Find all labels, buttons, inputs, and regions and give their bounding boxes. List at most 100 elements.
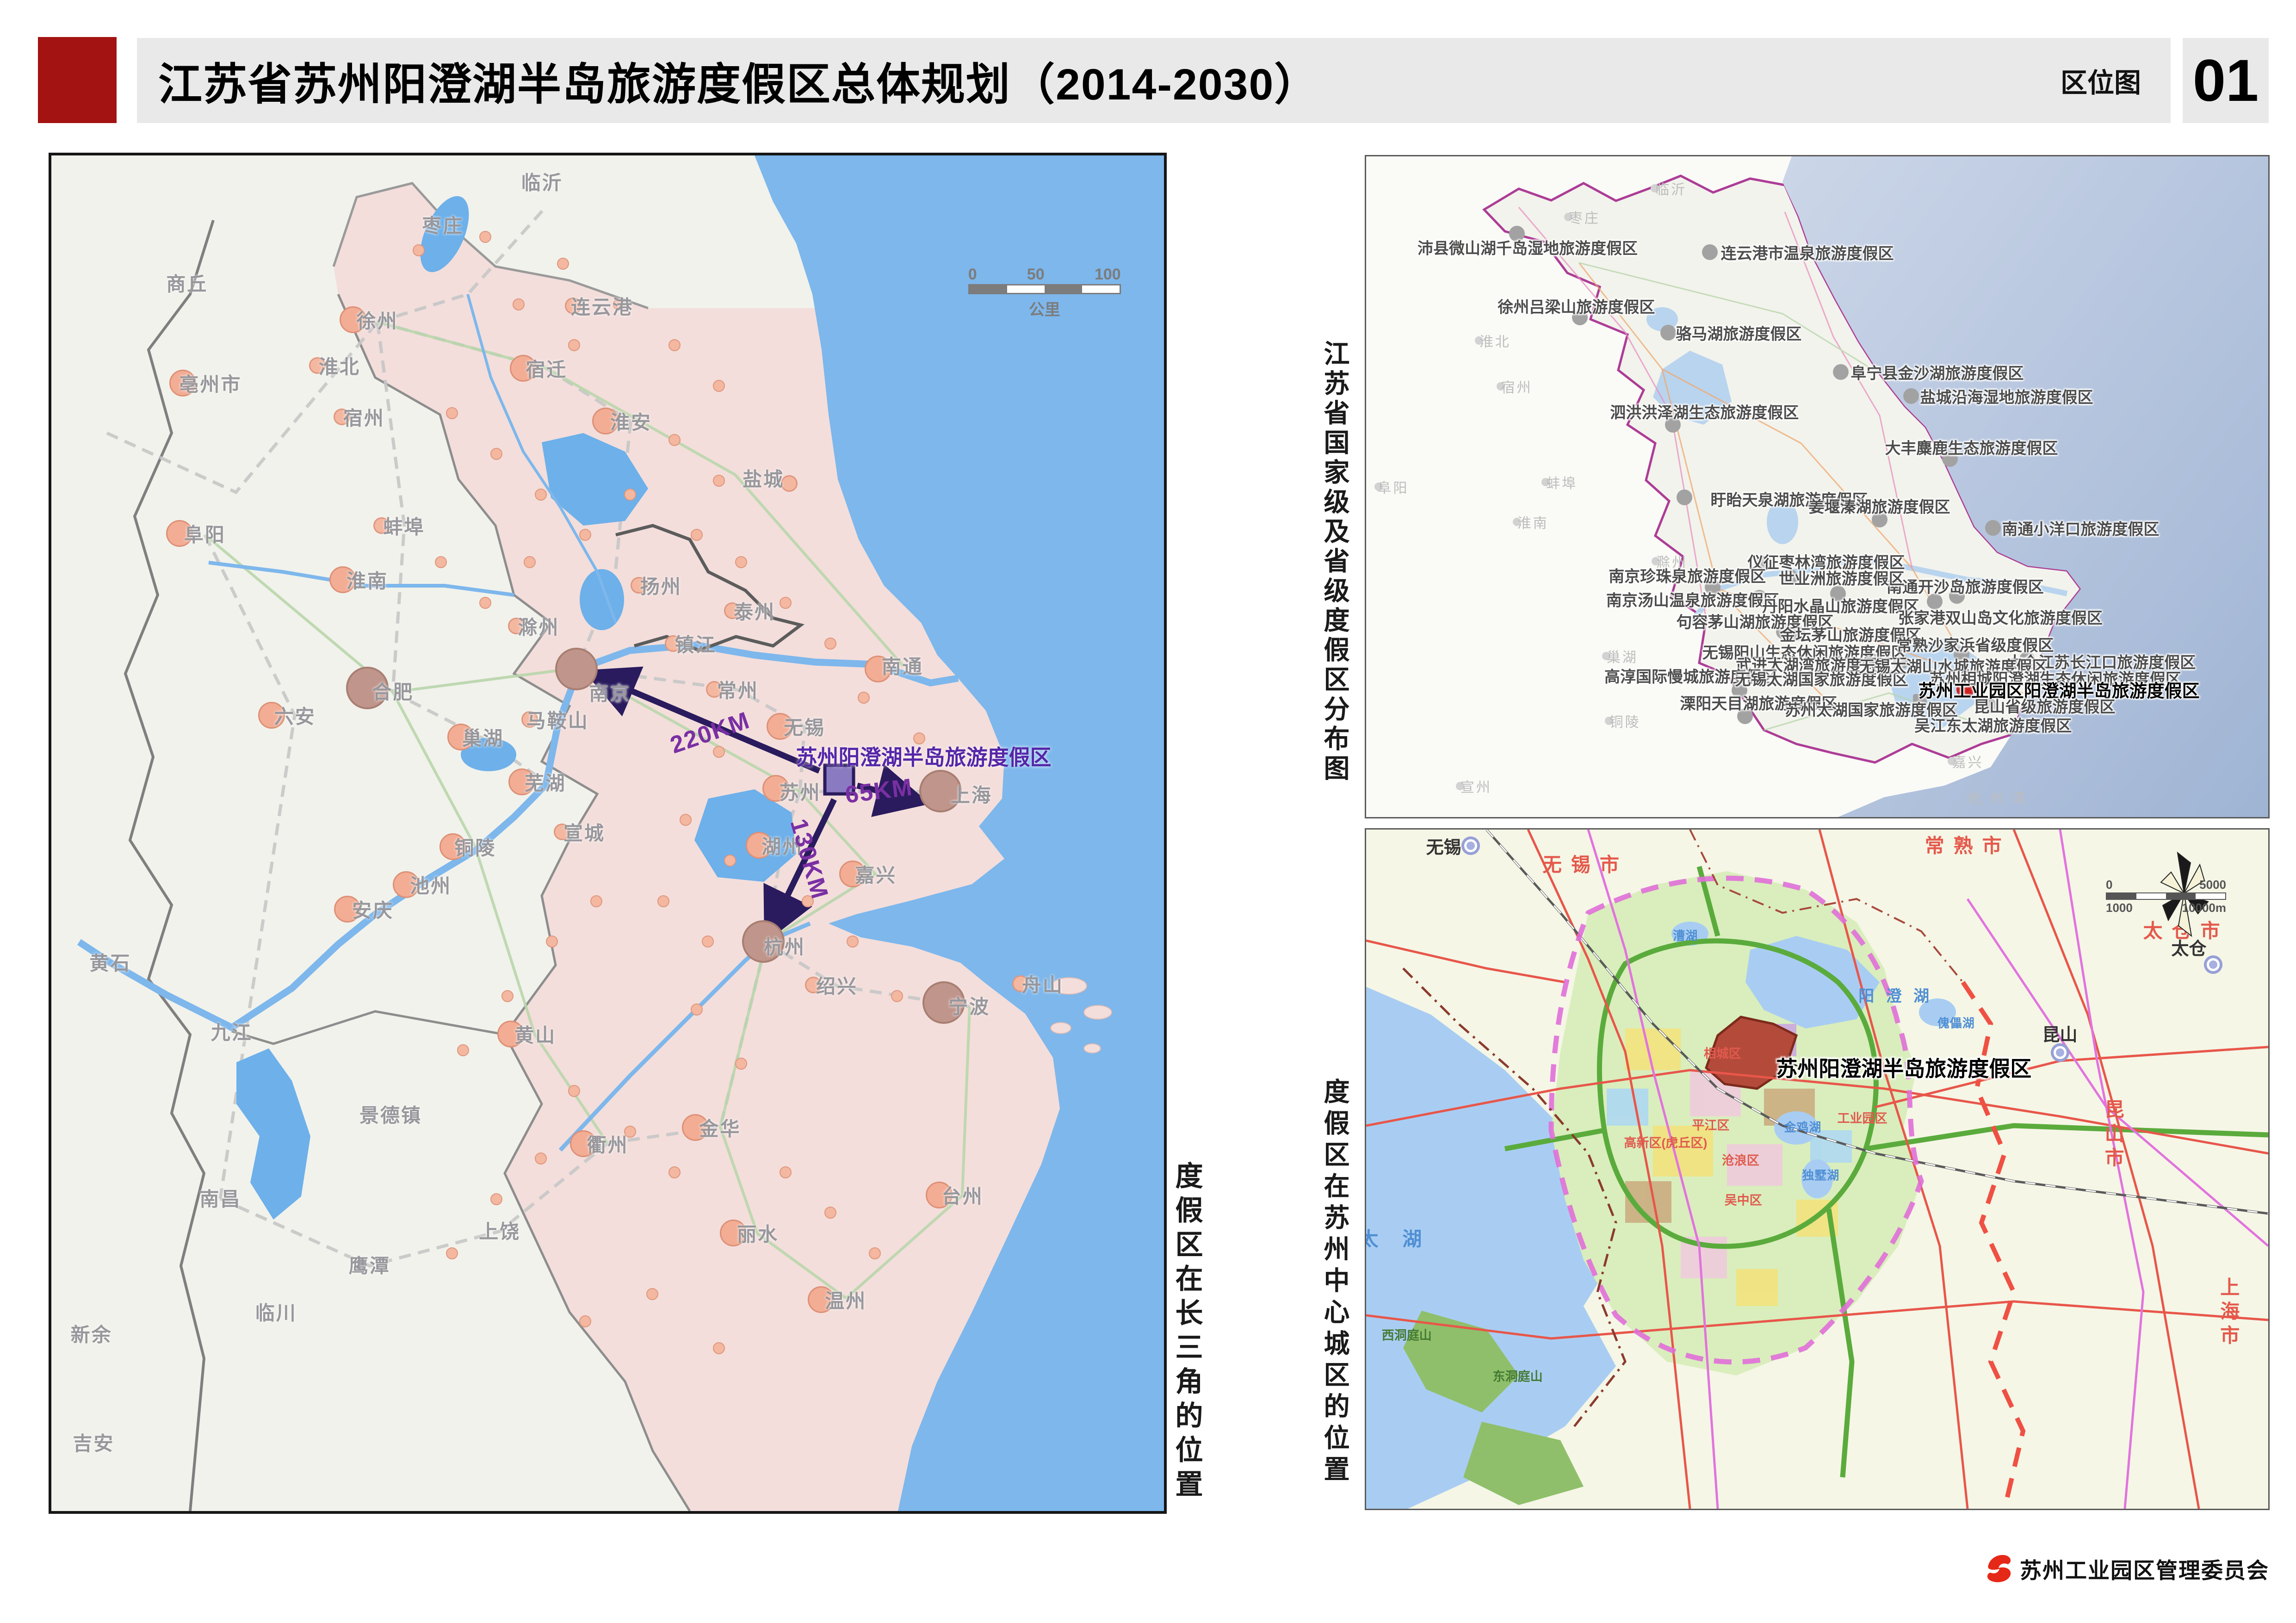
place-dot-icon [713,475,725,487]
city-label: 上海 [951,780,992,808]
place-dot-icon [579,529,591,541]
map-jiangsu-resort-distribution: 临沂枣庄淮北宿州蚌埠阜阳淮南滁州巢湖铜陵宣州嘉兴杭 州 湾 沛县微山湖千岛湿地旅… [1365,155,2270,818]
place-dot-icon [847,935,859,948]
city-label: 巢湖 [462,723,504,751]
place-dot-icon [713,380,725,392]
place-dot-icon [513,298,525,310]
place-dot-icon [858,692,870,704]
place-dot-icon [657,895,669,907]
city-label: 安庆 [352,895,394,923]
place-label: 无锡市 [1542,849,1628,878]
place-dot-icon [479,597,491,609]
place-label: 傀儡湖 [1937,1014,1975,1031]
place-label: 吴中区 [1725,1190,1762,1208]
resort-label: 连云港市温泉旅游度假区 [1721,241,1894,264]
resort-label: 吴江东太湖旅游度假区 [1914,713,2072,736]
place-dot-icon [590,895,602,907]
caption-right-top-map: 江苏省国家级及省级度假区分布图 [1316,340,1354,784]
city-label: 九江 [211,1017,253,1045]
city-label: 临沂 [521,167,563,195]
background-city-label: 铜陵 [1609,711,1641,731]
city-label: 盐城 [743,464,784,492]
place-dot-icon [568,339,580,351]
place-label: 昆山 [2042,1021,2078,1046]
city-label: 铜陵 [454,833,496,861]
place-label: 漕湖 [1673,926,1698,943]
city-label: 南通 [882,651,923,679]
city-label: 徐州 [357,305,398,334]
city-label: 马鞍山 [526,705,589,733]
background-city-label: 宣州 [1461,776,1492,796]
resort-label: 骆马湖旅游度假区 [1676,322,1801,344]
city-label: 景德镇 [359,1100,422,1128]
resort-label: 泗洪洪泽湖生态旅游度假区 [1610,400,1799,423]
city-label: 鹰潭 [349,1250,390,1278]
place-dot-icon [724,855,736,867]
city-label: 宁波 [948,991,990,1020]
background-city-label: 杭 州 湾 [1968,787,2027,807]
city-label: 无锡 [784,712,825,740]
place-dot-icon [1677,489,1692,505]
place-dot-icon [735,556,747,568]
place-dot-icon [1702,244,1718,260]
city-label: 苏州 [780,777,821,805]
caption-right-bottom-map: 度假区在苏州中心城区的位置 [1316,1078,1354,1487]
place-dot-icon [780,1166,792,1178]
city-label: 杭州 [764,932,805,960]
city-label: 南京 [589,678,631,706]
background-city-label: 宿州 [1501,376,1533,396]
place-dot-icon [691,529,703,541]
city-label: 嘉兴 [855,860,897,888]
city-label: 吉安 [73,1428,114,1456]
city-label: 六安 [274,701,316,730]
city-label: 蚌埠 [383,511,425,539]
resort-label: 南京汤山温泉旅游度假区 [1606,588,1779,610]
city-label: 金华 [699,1113,741,1141]
place-label: 高新区(虎丘区) [1624,1133,1707,1151]
page: 江苏省苏州阳澄湖半岛旅游度假区总体规划（2014-2030） 区位图 01 [0,0,2296,1623]
city-label: 丽水 [737,1219,779,1247]
place-dot-icon [457,1044,469,1056]
city-label: 绍兴 [816,971,858,999]
header-accent-block [38,37,117,123]
place-dot-icon [490,1193,502,1205]
city-label: 新余 [71,1319,112,1348]
city-label: 台州 [942,1181,984,1209]
footer: 苏州工业园区管理委员会 [1985,1552,2269,1585]
city-label: 泰州 [734,597,775,625]
city-label: 上饶 [479,1216,520,1245]
place-dot-icon [668,1166,681,1178]
place-dot-icon [413,244,425,256]
sip-logo-icon [1985,1552,2013,1585]
resort-label: 徐州吕梁山旅游度假区 [1498,294,1655,317]
resort-label: 南京珍珠泉旅游度假区 [1609,564,1766,587]
place-dot-icon [713,1342,725,1354]
scale-tick: 100 [1095,266,1121,282]
city-label: 芜湖 [525,768,566,796]
place-label: 昆山市 [2099,1099,2127,1171]
place-dot-icon [568,1085,580,1097]
place-label: 西洞庭山 [1382,1325,1432,1343]
place-label: 金鸡湖 [1784,1118,1821,1135]
place-dot-icon [435,556,447,568]
city-label: 衢州 [587,1129,628,1158]
place-dot-icon [780,597,792,609]
place-label: 工业园区 [1838,1109,1888,1127]
caption-left-map: 度假区在长三角的位置 [1167,1161,1207,1504]
background-city-label: 巢湖 [1607,646,1638,666]
resort-label: 大丰麋鹿生态旅游度假区 [1885,436,2058,458]
place-dot-icon [668,434,681,446]
place-dot-icon [713,746,725,758]
left-map-scale-bar: 0 50 100 公里 [968,266,1121,320]
city-label: 合肥 [372,677,414,705]
place-dot-icon [535,1152,547,1165]
place-label: 阳 澄 湖 [1858,983,1933,1006]
page-title: 江苏省苏州阳澄湖半岛旅游度假区总体规划（2014-2030） [158,49,1319,112]
place-dot-icon [891,990,903,1002]
background-city-label: 临沂 [1655,178,1687,198]
place-dot-icon [557,258,569,270]
place-dot-icon [646,1288,658,1300]
place-label: 太 湖 [1365,1224,1431,1252]
header-bar: 江苏省苏州阳澄湖半岛旅游度假区总体规划（2014-2030） 区位图 [137,38,2171,123]
place-dot-icon [446,407,458,419]
